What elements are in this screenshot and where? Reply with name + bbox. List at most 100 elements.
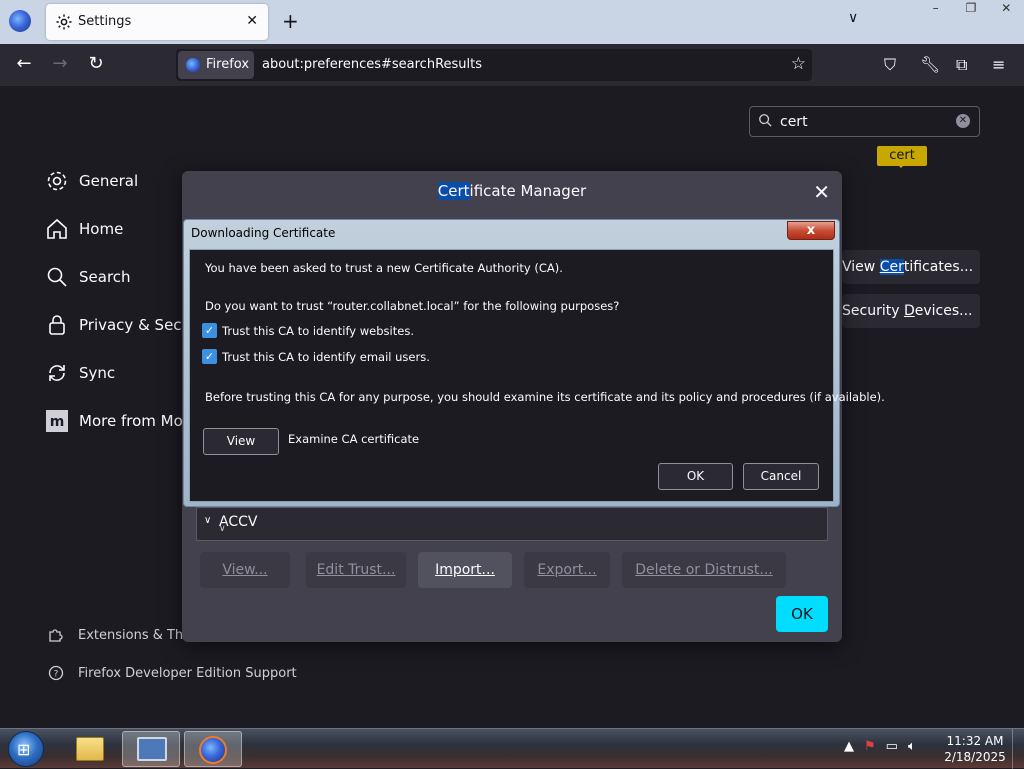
taskbar-firefox[interactable]	[184, 731, 242, 767]
category-label: Privacy & Secu	[79, 316, 192, 334]
identity-box[interactable]: Firefox	[178, 51, 254, 79]
menu-hamburger-icon[interactable]: ≡	[992, 55, 1005, 74]
firefox-icon	[199, 736, 227, 764]
footer-extensions[interactable]: Extensions & The	[48, 627, 191, 643]
windows-logo-icon: ⊞	[17, 740, 31, 759]
clear-search-icon[interactable]: ✕	[956, 114, 970, 128]
ok-button[interactable]: OK	[658, 463, 733, 490]
export-button[interactable]: Export...	[524, 552, 610, 588]
category-label: General	[79, 172, 139, 190]
trust-email-label[interactable]: Trust this CA to identify email users.	[222, 350, 430, 364]
footer-extensions-label: Extensions & The	[78, 627, 192, 643]
network-icon	[137, 737, 167, 761]
category-general[interactable]: General	[45, 165, 138, 197]
advice-text: Before trusting this CA for any purpose,…	[205, 390, 885, 404]
firefox-small-icon	[186, 58, 200, 72]
svg-text:m: m	[50, 414, 65, 430]
wrench-icon[interactable]: 🔧︎	[920, 55, 940, 74]
clock[interactable]: 11:32 AM 2/18/2025	[940, 733, 1010, 765]
security-devices-label-pre: Security	[842, 303, 904, 319]
dialog-title: Downloading Certificate	[191, 226, 336, 240]
identity-label: Firefox	[206, 57, 250, 72]
question-text: Do you want to trust “router.collabnet.l…	[205, 299, 620, 313]
view-certificates-button[interactable]: View Certificates...	[842, 250, 980, 284]
title-highlight: Cert	[437, 182, 470, 200]
view-ca-button[interactable]: View	[203, 428, 279, 455]
title-rest: ificate Manager	[469, 182, 587, 200]
view-certificates-label-highlight: Cer	[879, 259, 904, 275]
action-center-icon[interactable]: ⚑	[864, 739, 876, 754]
list-tabs-chevron-icon[interactable]: ∨	[848, 10, 858, 26]
lock-icon	[49, 315, 65, 335]
gear-icon	[47, 171, 67, 191]
show-desktop-button[interactable]	[1012, 729, 1024, 769]
network-status-icon[interactable]: ▭	[886, 739, 898, 754]
mozilla-icon: m	[46, 410, 68, 432]
ok-button[interactable]: OK	[776, 596, 828, 632]
footer-support[interactable]: ? Firefox Developer Edition Support	[48, 665, 297, 681]
url-text[interactable]: about:preferences#searchResults	[262, 57, 482, 72]
footer-support-label: Firefox Developer Edition Support	[78, 665, 297, 681]
tab-settings[interactable]: Settings ✕	[46, 4, 268, 40]
firefox-logo-icon[interactable]	[9, 10, 31, 32]
tab-bar: Settings ✕ + ∨ – ❐ ✕	[0, 0, 1024, 44]
scroll-down-icon[interactable]: ∨	[219, 524, 825, 534]
tab-title: Settings	[78, 14, 132, 29]
home-icon	[47, 218, 67, 239]
chevron-down-icon[interactable]: ∨	[204, 515, 211, 526]
pocket-icon[interactable]: ⛉	[884, 55, 896, 75]
window-close-icon[interactable]: ✕	[989, 0, 1024, 18]
import-button[interactable]: Import...	[418, 552, 512, 588]
security-devices-button[interactable]: Security Devices...	[842, 294, 980, 328]
category-label: Sync	[79, 364, 116, 382]
category-home[interactable]: Home	[45, 213, 123, 245]
show-hidden-icons-icon[interactable]: ▲	[844, 739, 854, 754]
restore-icon[interactable]: ❐	[953, 0, 988, 18]
intro-text: You have been asked to trust a new Certi…	[205, 261, 563, 275]
reload-icon[interactable]: ↻	[84, 53, 108, 74]
category-search[interactable]: Search	[45, 261, 131, 293]
forward-arrow-icon[interactable]: →	[48, 53, 72, 74]
folder-icon	[76, 737, 104, 761]
close-icon[interactable]: x	[787, 221, 835, 240]
taskbar-network[interactable]	[122, 731, 180, 767]
settings-search-box[interactable]: ✕	[749, 106, 980, 137]
delete-or-distrust-button[interactable]: Delete or Distrust...	[622, 552, 786, 588]
new-tab-button[interactable]: +	[282, 10, 299, 32]
security-devices-label-post: evices...	[914, 303, 973, 319]
url-bar[interactable]: Firefox about:preferences#searchResults …	[176, 49, 812, 81]
category-privacy[interactable]: Privacy & Secu	[45, 309, 191, 341]
edit-trust-button[interactable]: Edit Trust...	[306, 552, 406, 588]
clock-time: 11:32 AM	[946, 734, 1004, 748]
cancel-button[interactable]: Cancel	[743, 463, 819, 490]
taskbar: ⊞ ▲ ⚑ ▭ 🔈︎ 11:32 AM 2/18/2025	[0, 728, 1024, 769]
trust-email-checkbox[interactable]: ✓	[202, 349, 217, 364]
taskbar-explorer[interactable]	[60, 731, 118, 767]
view-certificates-label-pre: View	[842, 259, 880, 275]
view-button[interactable]: View...	[200, 552, 290, 588]
certificate-list[interactable]: ∨ ACCV ∨	[196, 507, 828, 541]
view-ca-description: Examine CA certificate	[288, 432, 420, 446]
category-sync[interactable]: Sync	[45, 357, 115, 389]
svg-text:?: ?	[54, 670, 59, 680]
downloading-certificate-dialog: Downloading Certificate x You have been …	[183, 219, 885, 507]
certificate-manager-title: Certificate Manager	[182, 171, 842, 213]
help-icon: ?	[48, 665, 64, 681]
view-certificates-label-post: tificates...	[903, 259, 974, 275]
category-label: Search	[79, 268, 131, 286]
category-label: Home	[79, 220, 124, 238]
volume-muted-icon[interactable]: 🔈︎	[908, 739, 916, 754]
settings-search-input[interactable]	[778, 112, 948, 132]
start-button[interactable]: ⊞	[8, 731, 44, 767]
back-arrow-icon[interactable]: ←	[12, 53, 36, 74]
puzzle-icon	[49, 629, 63, 642]
bookmark-star-icon[interactable]: ☆	[791, 54, 806, 74]
window-controls: – ❐ ✕	[918, 0, 1024, 18]
tab-close-icon[interactable]: ✕	[246, 13, 258, 29]
category-more-from-mozilla[interactable]: m More from Mo	[45, 405, 183, 437]
trust-websites-label[interactable]: Trust this CA to identify websites.	[222, 324, 414, 338]
close-icon[interactable]: ✕	[813, 180, 830, 204]
trust-websites-checkbox[interactable]: ✓	[202, 323, 217, 338]
minimize-icon[interactable]: –	[918, 0, 953, 18]
extensions-icon[interactable]: ⧉	[956, 55, 967, 75]
